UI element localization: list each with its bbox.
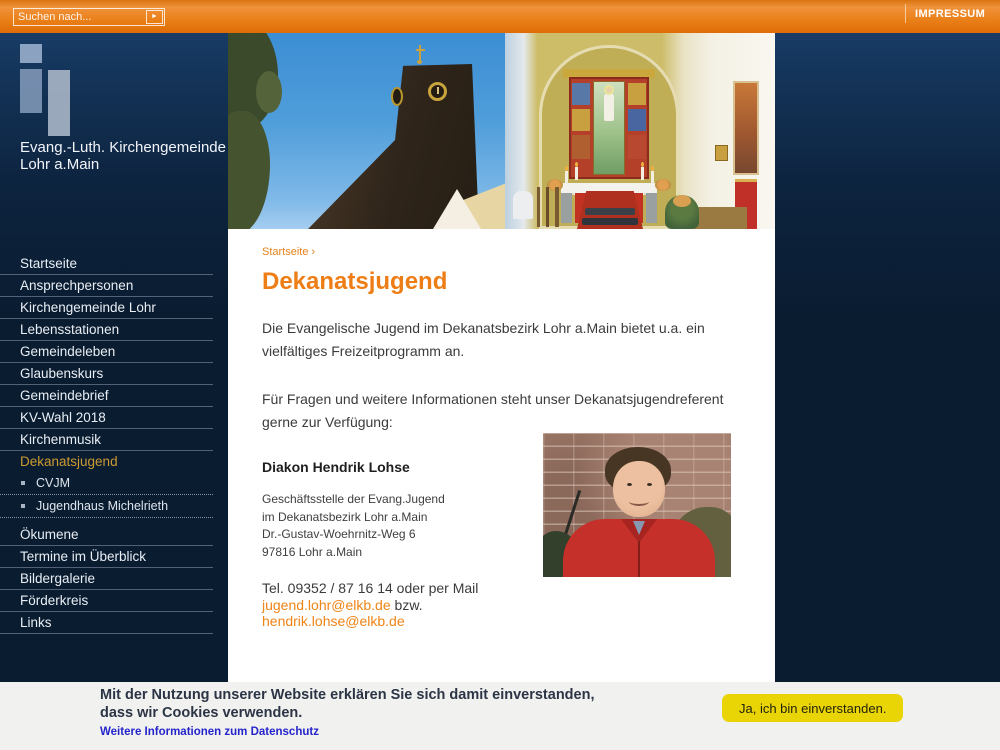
impressum-link[interactable]: IMPRESSUM <box>915 8 985 20</box>
email-link-jugend[interactable]: jugend.lohr@elkb.de <box>262 597 391 613</box>
tree-shape <box>228 111 270 229</box>
site-title: Evang.-Luth. Kirchengemeinde Lohr a.Main <box>20 139 226 173</box>
sidebar-item-kirchenmusik[interactable]: Kirchenmusik <box>0 429 213 451</box>
christ-figure <box>604 93 614 121</box>
tower-finial-ball <box>417 60 422 64</box>
tower-clock-front <box>428 82 447 101</box>
logo-square-3 <box>48 70 70 136</box>
altarpiece-panel <box>628 83 646 105</box>
privacy-info-link[interactable]: Weitere Informationen zum Datenschutz <box>100 726 319 738</box>
search-box: ► <box>13 8 165 26</box>
man-eye <box>627 483 632 486</box>
sidebar-item-ansprechpersonen[interactable]: Ansprechpersonen <box>0 275 213 297</box>
site-title-line2: Lohr a.Main <box>20 156 226 173</box>
man-eye <box>647 483 652 486</box>
bullet-icon <box>21 481 25 485</box>
flower-bouquet <box>655 179 671 191</box>
wall-icon <box>715 145 728 161</box>
portrait-photo <box>543 433 731 577</box>
plant-flowers <box>673 195 691 207</box>
altarpiece-panel <box>628 135 646 159</box>
site-title-line1: Evang.-Luth. Kirchengemeinde <box>20 139 226 156</box>
sidebar-subitem-cvjm[interactable]: CVJM <box>0 472 213 495</box>
baptismal-font <box>513 191 533 219</box>
search-submit-icon: ► <box>151 13 158 20</box>
christ-figure-head <box>606 87 612 93</box>
cookie-consent-bar: Mit der Nutzung unserer Website erklären… <box>0 682 1000 750</box>
email-suffix: bzw. <box>391 597 423 613</box>
candle <box>641 167 644 180</box>
sidebar-item-termine-im-ueberblick[interactable]: Termine im Überblick <box>0 546 213 568</box>
cookie-message-line2: dass wir Cookies verwenden. <box>100 705 594 723</box>
altarpiece-panel <box>572 135 590 159</box>
page-title: Dekanatsjugend <box>262 268 747 296</box>
sidebar-item-dekanatsjugend-active[interactable]: Dekanatsjugend <box>0 451 213 472</box>
breadcrumb: Startseite › <box>262 246 747 258</box>
breadcrumb-home-link[interactable]: Startseite <box>262 246 308 258</box>
church-tower-photo <box>228 33 505 229</box>
top-bar: ► IMPRESSUM <box>0 0 1000 33</box>
candle <box>651 171 654 184</box>
impressum-separator <box>905 4 906 23</box>
logo-square-2 <box>20 69 42 113</box>
tree-shape <box>256 71 282 113</box>
sidebar-item-gemeindebrief[interactable]: Gemeindebrief <box>0 385 213 407</box>
sidebar-item-kirchengemeinde-lohr[interactable]: Kirchengemeinde Lohr <box>0 297 213 319</box>
man-face <box>613 461 665 517</box>
altar-step <box>585 208 635 215</box>
sidebar-navigation: Startseite Ansprechpersonen Kirchengemei… <box>0 253 228 634</box>
lectern <box>537 187 559 227</box>
sidebar-subitem-label: Jugendhaus Michelrieth <box>36 499 168 513</box>
candle <box>575 167 578 180</box>
sidebar-subitem-label: CVJM <box>36 476 70 490</box>
content-column: Startseite › Dekanatsjugend Die Evangeli… <box>228 33 775 682</box>
altar-pillar <box>646 193 657 223</box>
header-photos <box>228 33 775 229</box>
cookie-accept-button[interactable]: Ja, ich bin einverstanden. <box>722 694 903 722</box>
man-smile <box>629 497 649 506</box>
sidebar-item-lebensstationen[interactable]: Lebensstationen <box>0 319 213 341</box>
altarpiece-panel <box>572 83 590 105</box>
wood-pew <box>691 207 747 229</box>
email-link-hendrik[interactable]: hendrik.lohse@elkb.de <box>262 613 405 629</box>
info-paragraph: Für Fragen und weitere Informationen ste… <box>262 388 754 434</box>
sidebar-item-kv-wahl-2018[interactable]: KV-Wahl 2018 <box>0 407 213 429</box>
sidebar-item-gemeindeleben[interactable]: Gemeindeleben <box>0 341 213 363</box>
logo-square-1 <box>20 44 42 63</box>
sidebar-item-oekumene[interactable]: Ökumene <box>0 524 213 546</box>
email-line-1: jugend.lohr@elkb.de bzw. <box>262 597 747 614</box>
bullet-icon <box>21 504 25 508</box>
wall-tapestry <box>733 81 759 175</box>
sidebar-subitem-jugendhaus-michelrieth[interactable]: Jugendhaus Michelrieth <box>0 495 213 518</box>
candle <box>565 171 568 184</box>
altarpiece-panel <box>628 109 646 131</box>
search-submit-button[interactable]: ► <box>146 10 163 24</box>
search-input[interactable] <box>14 11 145 23</box>
breadcrumb-separator: › <box>312 246 316 258</box>
contact-phone-email: Tel. 09352 / 87 16 14 oder per Mail juge… <box>262 580 747 630</box>
altar-step <box>582 218 638 225</box>
church-interior-photo <box>505 33 775 229</box>
intro-paragraph: Die Evangelische Jugend im Dekanatsbezir… <box>262 317 754 363</box>
tower-clock-side <box>391 87 403 106</box>
email-line-2: hendrik.lohse@elkb.de <box>262 613 747 630</box>
tower-cross <box>416 49 425 51</box>
cookie-message-line1: Mit der Nutzung unserer Website erklären… <box>100 687 594 705</box>
cookie-message: Mit der Nutzung unserer Website erklären… <box>100 687 594 722</box>
sidebar-item-bildergalerie[interactable]: Bildergalerie <box>0 568 213 590</box>
altar-pillar <box>561 193 572 223</box>
phone-line: Tel. 09352 / 87 16 14 oder per Mail <box>262 580 747 597</box>
sidebar-item-startseite[interactable]: Startseite <box>0 253 213 275</box>
sidebar-item-foerderkreis[interactable]: Förderkreis <box>0 590 213 612</box>
altarpiece-panel <box>572 109 590 131</box>
sidebar-item-glaubenskurs[interactable]: Glaubenskurs <box>0 363 213 385</box>
sidebar-item-links[interactable]: Links <box>0 612 213 634</box>
jacket-zipper <box>638 541 640 577</box>
